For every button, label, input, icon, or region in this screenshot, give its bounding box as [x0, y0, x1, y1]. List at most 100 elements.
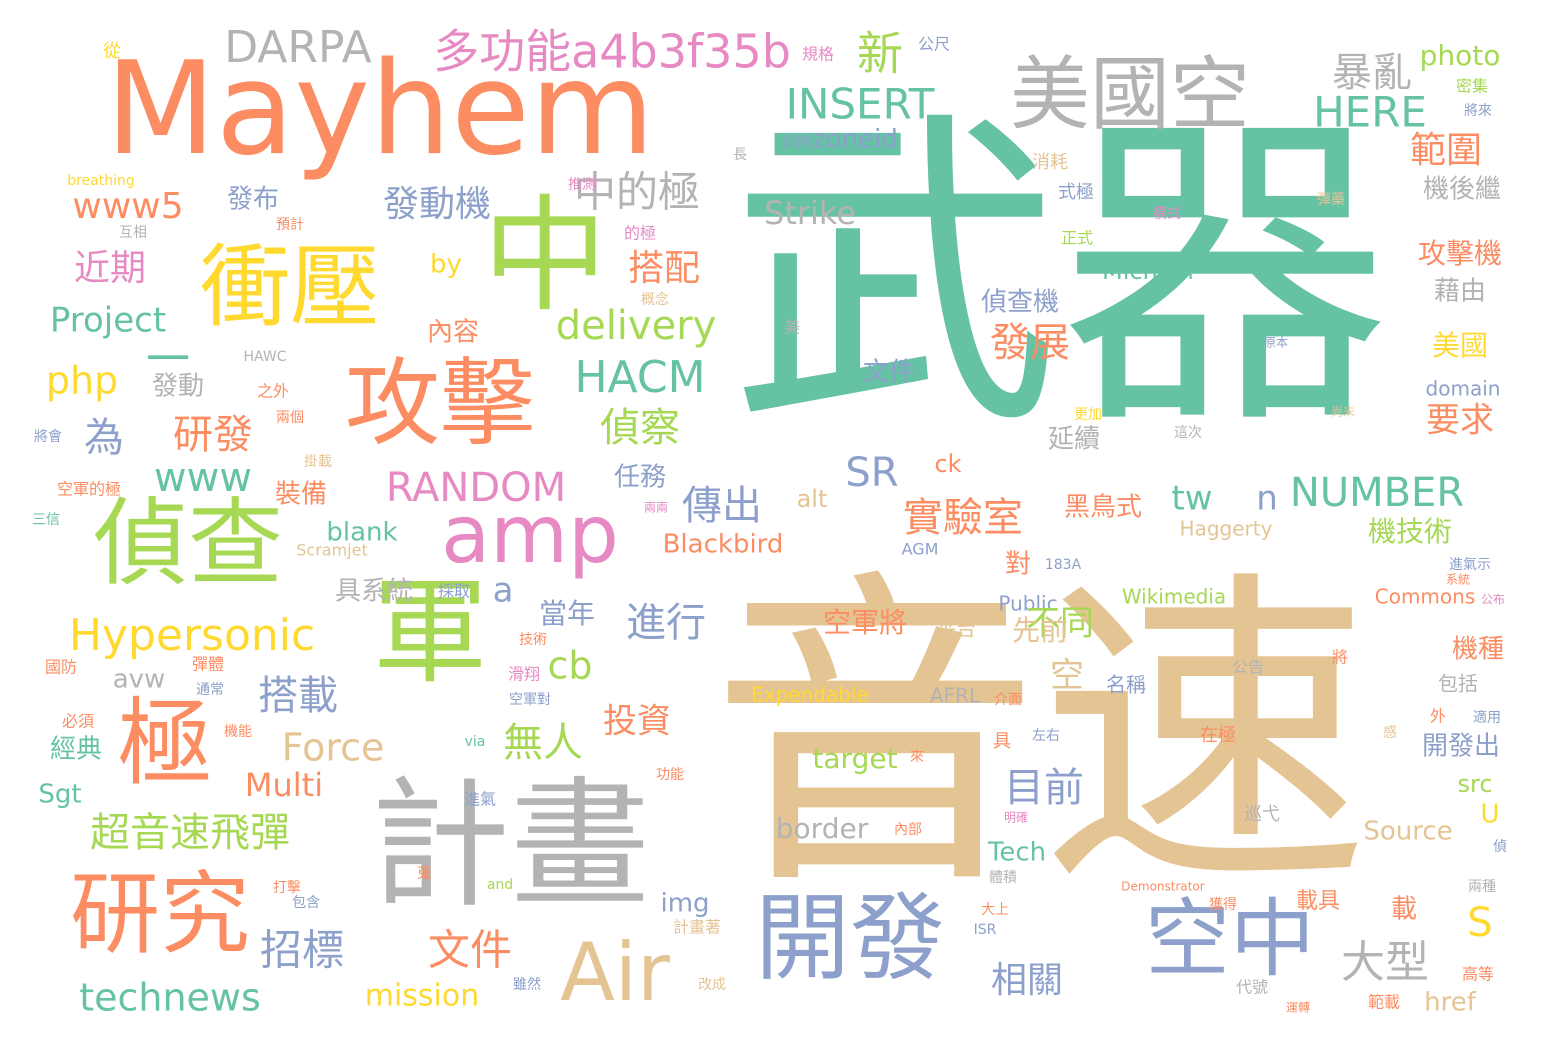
word-cjk-119: 規格	[802, 45, 834, 64]
word-target-99: target	[812, 742, 897, 775]
word-cjk-101: 目前	[1004, 765, 1084, 811]
word-cjk-94: 投資	[603, 702, 671, 742]
word-afrl-93: AFRL	[930, 684, 981, 708]
word-cjk-161: 通常	[196, 682, 224, 698]
word-cjk-157: 彈體	[192, 655, 224, 674]
word-delivery-37: delivery	[556, 303, 717, 349]
word-php-44: php	[46, 359, 118, 403]
word-cloud: 武器音速Mayhem計畫美國空中衝壓偵查攻擊軍開發研究 空中Airamp極多功能a…	[32, 22, 1507, 1020]
word-cjk-171: 左右	[1032, 728, 1060, 744]
word-cjk-98: 經典	[50, 735, 102, 765]
word-cjk-10: 開發	[755, 884, 945, 994]
word-cjk-148: 三信	[32, 512, 60, 528]
word-cjk-85: 先前	[1012, 614, 1068, 647]
word-cjk-198: 高等	[1462, 965, 1494, 984]
word-cjk-120: 公尺	[918, 35, 950, 54]
word-mission-116: mission	[365, 979, 480, 1014]
word-cjk-33: 攻擊機	[1418, 237, 1502, 270]
word-cjk-123: 長	[733, 147, 747, 163]
word-cjk-32: 搭配	[628, 248, 700, 289]
word-cjk-193: 雖然	[513, 976, 541, 993]
word-cjk-131: 預計	[276, 217, 304, 233]
word-cjk-64: 實驗室	[903, 495, 1023, 541]
word-cjk-55: 延續	[1048, 425, 1100, 455]
word-cjk-73: 當年	[539, 597, 595, 630]
word-cjk-174: 功能	[656, 767, 684, 783]
word-cjk-132: 互相	[119, 225, 147, 241]
word-blackbird-69: Blackbird	[663, 530, 784, 560]
word-img-108: img	[660, 889, 709, 919]
word-cjk-154: 採取	[438, 582, 470, 601]
word-haggerty-70: Haggerty	[1180, 517, 1273, 541]
word-cjk-166: 外	[1430, 707, 1446, 726]
word-by-34: by	[430, 250, 462, 280]
word-cjk-104: 超音速飛彈	[90, 810, 290, 856]
word-cjk-168: 機能	[224, 724, 252, 740]
word-cjk-8: 攻擊	[345, 349, 535, 459]
word-cjk-43: 美國	[1432, 329, 1488, 362]
word-cjk-31: 近期	[74, 248, 146, 289]
word-cjk-143: 將會	[34, 429, 62, 445]
word-technews-115: technews	[79, 976, 261, 1020]
word-tech-107: Tech	[987, 838, 1046, 868]
word-cjk-84: 平台	[936, 617, 976, 641]
word-michael-35: Michael	[1102, 257, 1194, 285]
word-cjk-41: 內容	[427, 318, 479, 348]
word-darpa-17: DARPA	[224, 22, 372, 73]
word-cjk-192: 計畫著	[673, 918, 721, 937]
word-cjk-188: 包含	[292, 895, 320, 911]
word-scramjet-149: Scramjet	[296, 541, 367, 560]
word-cjk-95: 無人	[503, 720, 583, 766]
word-cjk-184: 打擊	[273, 879, 301, 896]
word-cjk-165: 介面	[994, 692, 1022, 708]
word-cjk-88: 搭載	[258, 673, 338, 719]
word-cjk-89: 空	[1050, 656, 1084, 696]
word-cjk-156: 公布	[1481, 593, 1505, 607]
word-breathing-126: breathing	[67, 173, 135, 189]
word-cjk-6: 衝壓	[200, 235, 380, 340]
word-cjk-129: 彈藥	[1317, 192, 1345, 208]
word-cjk-63: 傳出	[682, 483, 762, 529]
word-cjk-49: 為	[84, 415, 124, 461]
word-cjk-39: 藉由	[1434, 277, 1486, 307]
word-expendable-92: Expendable	[751, 683, 869, 707]
word-s-82: S	[1467, 900, 1492, 946]
word-cjk-180: 明確	[1004, 810, 1028, 825]
word-cjk-4: 美國空	[1010, 48, 1250, 141]
word-cjk-141: 更加	[1074, 407, 1102, 423]
word-cjk-178: 進氣	[464, 790, 496, 809]
word-cjk-65: 黑鳥式	[1064, 493, 1142, 523]
word-cjk-114: 載	[1391, 895, 1417, 925]
word-cjk-46: 文件	[863, 358, 915, 388]
word-cjk-136: 美	[784, 318, 800, 337]
word-alt-66: alt	[797, 485, 828, 513]
word-cjk-155: 技術	[519, 632, 547, 648]
word-cjk-3: 計畫	[370, 765, 650, 928]
word-cjk-145: 掛載	[304, 454, 332, 470]
word-sr-54: SR	[845, 450, 898, 496]
word-cjk-74: 對	[1005, 550, 1031, 580]
word-cjk-173: 感	[1383, 724, 1397, 741]
word-cjk-122: 將來	[1464, 103, 1492, 119]
word-cjk-124: 即將	[783, 135, 811, 151]
word-cjk-176: 巡弋	[1244, 804, 1280, 825]
word-cjk-146: 空軍的極	[57, 480, 121, 499]
word-cjk-79: 空軍將	[823, 606, 907, 639]
word-insert-21: INSERT	[786, 80, 935, 129]
word-tw-59: tw	[1171, 479, 1212, 519]
word-cjk-183: 體積	[989, 870, 1017, 886]
word-cjk-139: 之外	[257, 382, 289, 401]
word-www5-28: www5	[72, 186, 183, 227]
word-cjk-50: 研發	[173, 412, 253, 458]
word-a4b3f35b-16: 多功能a4b3f35b	[433, 25, 791, 79]
word-cjk-182: 蒐	[417, 866, 431, 882]
word-cjk-170: 具	[993, 731, 1011, 752]
word-via-169: via	[465, 734, 486, 750]
word-cjk-196: 運轉	[1286, 1001, 1310, 1015]
word-ck-56: ck	[934, 450, 961, 478]
word-cjk-189: 大上	[981, 902, 1009, 918]
word-cjk-197: 範載	[1368, 993, 1400, 1012]
word-cjk-62: 裝備	[275, 480, 327, 510]
word-cjk-152: 進氣示	[1449, 557, 1491, 573]
word-cb-83: cb	[547, 644, 592, 688]
